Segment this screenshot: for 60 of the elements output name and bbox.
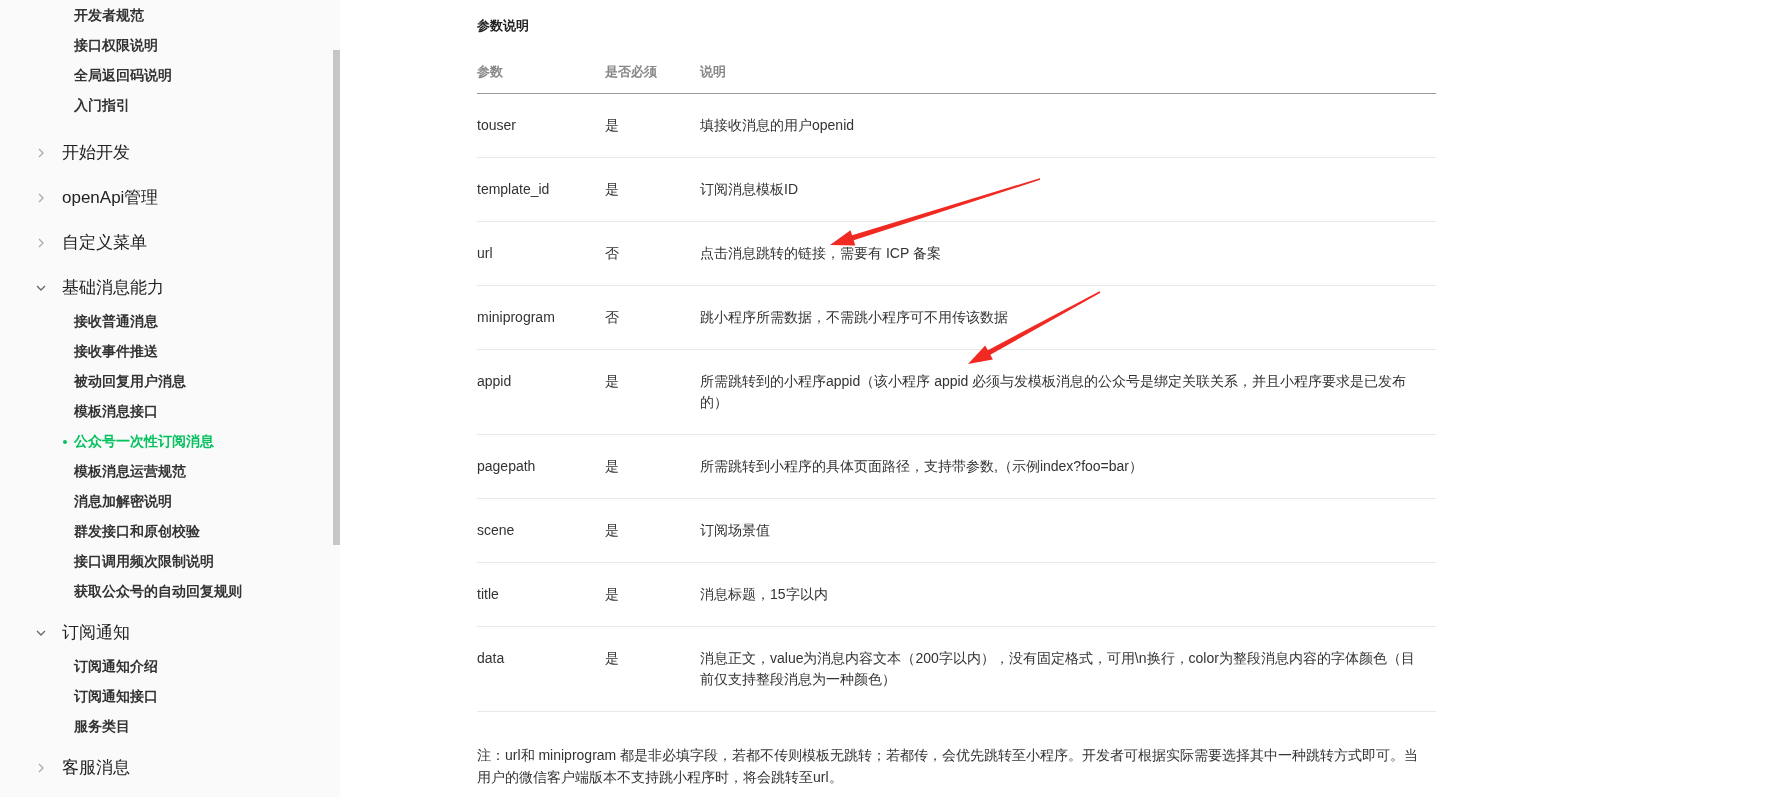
nav-item[interactable]: 接口权限说明 [0,31,333,61]
nav-item[interactable]: 接收普通消息 [0,307,333,337]
table-cell-text: 是 [605,372,620,391]
nav-item[interactable]: 消息加解密说明 [0,487,333,517]
chevron-right-icon[interactable] [36,237,46,248]
table-cell-text: 是 [605,521,620,540]
table-cell-text: touser [477,116,517,135]
table-cell-text: 是 [605,116,620,135]
table-cell-text: 所需跳转到的小程序appid（该小程序 appid 必须与发模板消息的公众号是绑定关联关系，并且小程序要求是已发布的） [700,372,1408,412]
table-cell-text: 否 [605,308,620,327]
table-cell-text: miniprogram [477,308,556,327]
chevron-right-icon[interactable] [36,147,46,158]
nav-section-title[interactable]: 自定义菜单 [62,231,147,254]
table-cell-text: appid [477,372,513,391]
nav-section-title[interactable]: openApi管理 [62,186,159,209]
nav-item[interactable]: 群发接口和原创校验 [0,517,333,547]
nav-section-title[interactable]: 开始开发 [62,141,130,164]
table-cell-text: 所需跳转到小程序的具体页面路径，支持带参数,（示例index?foo=bar） [700,457,1144,476]
table-cell-text: scene [477,521,516,540]
column-header: 参数 [477,62,504,81]
note-text: 注：url和 miniprogram 都是非必填字段，若都不传则模板无跳转；若都传，会优先跳转至小程序。开发者可根据实际需要选择其中一种跳转方式即可。当用户的微信客户端版本不支持跳小程序时，将会跳转至url。 [477,746,1420,787]
nav-section-title[interactable]: 客服消息 [62,756,130,779]
nav-item[interactable]: 接收事件推送 [0,337,333,367]
table-cell-text: data [477,649,506,668]
table-cell-text: title [477,585,500,604]
table-cell-text: 消息正文，value为消息内容文本（200字以内），没有固定格式，可用\n换行，color为整段消息内容的字体颜色（目前仅支持整段消息为一种颜色） [700,649,1416,689]
table-cell-text: template_id [477,180,551,199]
nav-item[interactable]: 被动回复用户消息 [0,367,333,397]
nav-section-title[interactable]: 订阅通知 [62,621,130,644]
table-cell-text: 点击消息跳转的链接，需要有 ICP 备案 [700,244,941,263]
table-cell-text: 是 [605,585,620,604]
nav-item[interactable]: 订阅通知介绍 [0,652,333,682]
table-cell-text: pagepath [477,457,537,476]
nav-item[interactable]: 开发者规范 [0,1,333,31]
nav-item[interactable]: 全局返回码说明 [0,61,333,91]
table-cell-text: 是 [605,457,620,476]
table-cell-text: 订阅场景值 [700,521,770,540]
table-cell-text: 订阅消息模板ID [700,180,798,199]
nav-item[interactable]: 订阅通知接口 [0,682,333,712]
nav-item[interactable]: 服务类目 [0,712,333,742]
nav-item[interactable]: 入门指引 [0,91,333,121]
nav-item[interactable]: 获取公众号的自动回复规则 [0,577,333,607]
chevron-right-icon[interactable] [36,192,46,203]
table-cell-text: 否 [605,244,620,263]
scrollbar-thumb[interactable] [333,50,340,545]
table-cell-text: 填接收消息的用户openid [700,116,855,135]
section-heading: 参数说明 [477,17,530,35]
table-cell-text: url [477,244,494,263]
table-cell-text: 消息标题，15字以内 [700,585,828,604]
nav-item[interactable]: 模板消息接口 [0,397,333,427]
chevron-right-icon[interactable] [36,762,46,773]
selected-dot-icon [63,440,67,444]
nav-section-title[interactable]: 基础消息能力 [62,276,164,299]
table-cell-text: 是 [605,649,620,668]
column-header: 说明 [700,62,727,81]
nav-item[interactable]: 模板消息运营规范 [0,457,333,487]
nav-item[interactable]: 接口调用频次限制说明 [0,547,333,577]
table-cell-text: 是 [605,180,620,199]
table-cell-text: 跳小程序所需数据，不需跳小程序可不用传该数据 [700,308,1008,327]
column-header: 是否必须 [605,62,658,81]
